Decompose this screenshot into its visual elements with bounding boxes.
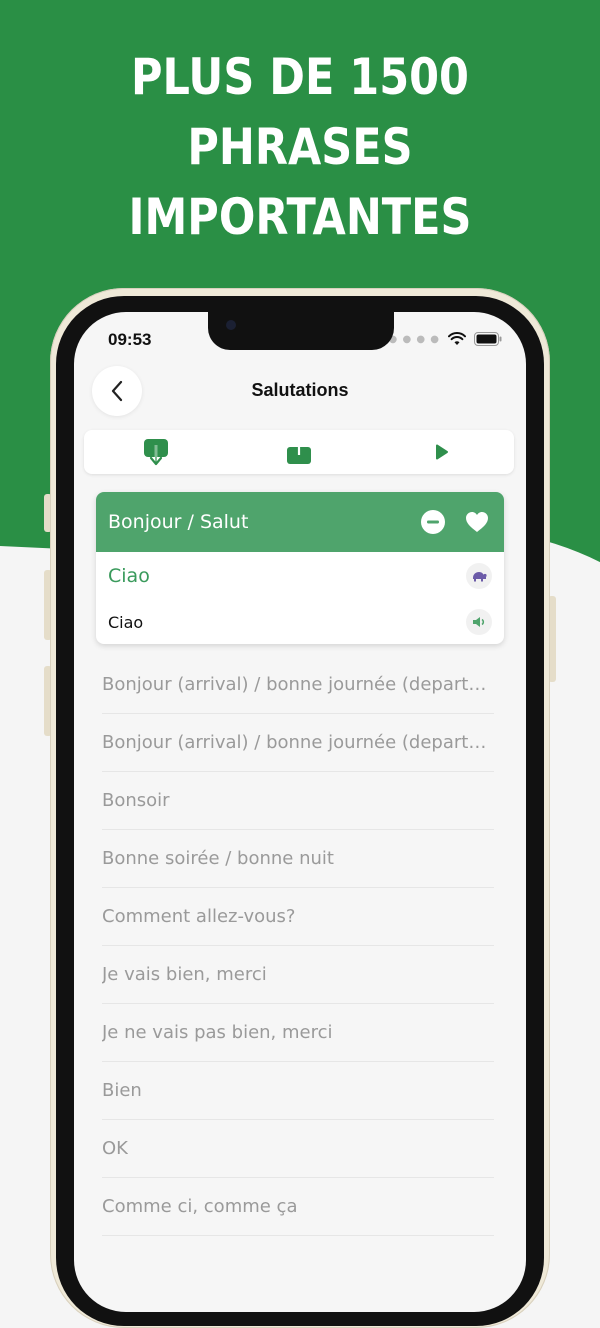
list-item-text: Comme ci, comme ça — [102, 1196, 298, 1217]
remove-button[interactable] — [418, 507, 448, 537]
list-item-text: Bonjour (arrival) / bonne journée (depar… — [102, 674, 494, 695]
list-item-text: Je ne vais pas bien, merci — [102, 1022, 333, 1043]
play-icon — [436, 444, 449, 460]
wifi-icon — [448, 332, 466, 345]
list-item[interactable]: Bonsoir — [102, 772, 494, 830]
phrase-list: Bonjour (arrival) / bonne journée (depar… — [102, 656, 494, 1236]
list-item[interactable]: OK — [102, 1120, 494, 1178]
translation-row: Ciao — [96, 552, 504, 600]
headline-line-1: PLUS DE 1500 — [131, 48, 469, 106]
phone-screen: 09:53 ● ● ● ● Salutations Bonjour / Salu… — [74, 312, 526, 1312]
speaker-icon — [473, 617, 485, 627]
status-time: 09:53 — [108, 330, 152, 349]
list-item[interactable]: Je ne vais pas bien, merci — [102, 1004, 494, 1062]
share-button[interactable] — [279, 434, 319, 470]
list-item[interactable]: Bonne soirée / bonne nuit — [102, 830, 494, 888]
turtle-icon — [473, 572, 487, 582]
list-item-text: Bonsoir — [102, 790, 170, 811]
list-item-text: Bonne soirée / bonne nuit — [102, 848, 334, 869]
list-item-text: Bien — [102, 1080, 142, 1101]
battery-icon — [474, 332, 502, 346]
camera-icon — [226, 320, 236, 330]
list-item-text: Comment allez-vous? — [102, 906, 296, 927]
download-icon — [143, 439, 168, 466]
toolbar — [84, 430, 514, 474]
headline-line-2: PHRASES — [187, 118, 413, 176]
play-audio-button[interactable] — [466, 609, 492, 635]
headline: PLUS DE 1500 PHRASES IMPORTANTES — [42, 42, 558, 252]
heart-icon — [466, 512, 488, 532]
status-icons: ● ● ● ● — [389, 332, 502, 346]
play-button[interactable] — [422, 434, 462, 470]
translation-text: Ciao — [108, 565, 150, 587]
minus-circle-icon — [421, 510, 445, 534]
headline-line-3: IMPORTANTES — [128, 188, 472, 246]
list-item-text: Je vais bien, merci — [102, 964, 267, 985]
download-button[interactable] — [136, 434, 176, 470]
list-item[interactable]: Bonjour (arrival) / bonne journée (depar… — [102, 656, 494, 714]
list-item-text: OK — [102, 1138, 128, 1159]
list-item[interactable]: Comment allez-vous? — [102, 888, 494, 946]
signal-dots-icon: ● ● ● ● — [388, 333, 440, 345]
card-header: Bonjour / Salut — [96, 492, 504, 552]
share-icon — [286, 439, 311, 464]
list-item-text: Bonjour (arrival) / bonne journée (depar… — [102, 732, 494, 753]
slow-playback-button[interactable] — [466, 563, 492, 589]
expanded-phrase-card[interactable]: Bonjour / Salut Ciao Ciao — [96, 492, 504, 644]
phrase-title: Bonjour / Salut — [108, 511, 249, 533]
pronunciation-row: Ciao — [96, 600, 504, 644]
list-item[interactable]: Comme ci, comme ça — [102, 1178, 494, 1236]
notch — [208, 312, 394, 350]
list-item[interactable]: Je vais bien, merci — [102, 946, 494, 1004]
page-title: Salutations — [251, 380, 349, 400]
favorite-button[interactable] — [462, 507, 492, 537]
pronunciation-text: Ciao — [108, 612, 144, 632]
list-item[interactable]: Bonjour (arrival) / bonne journée (depar… — [102, 714, 494, 772]
list-item[interactable]: Bien — [102, 1062, 494, 1120]
